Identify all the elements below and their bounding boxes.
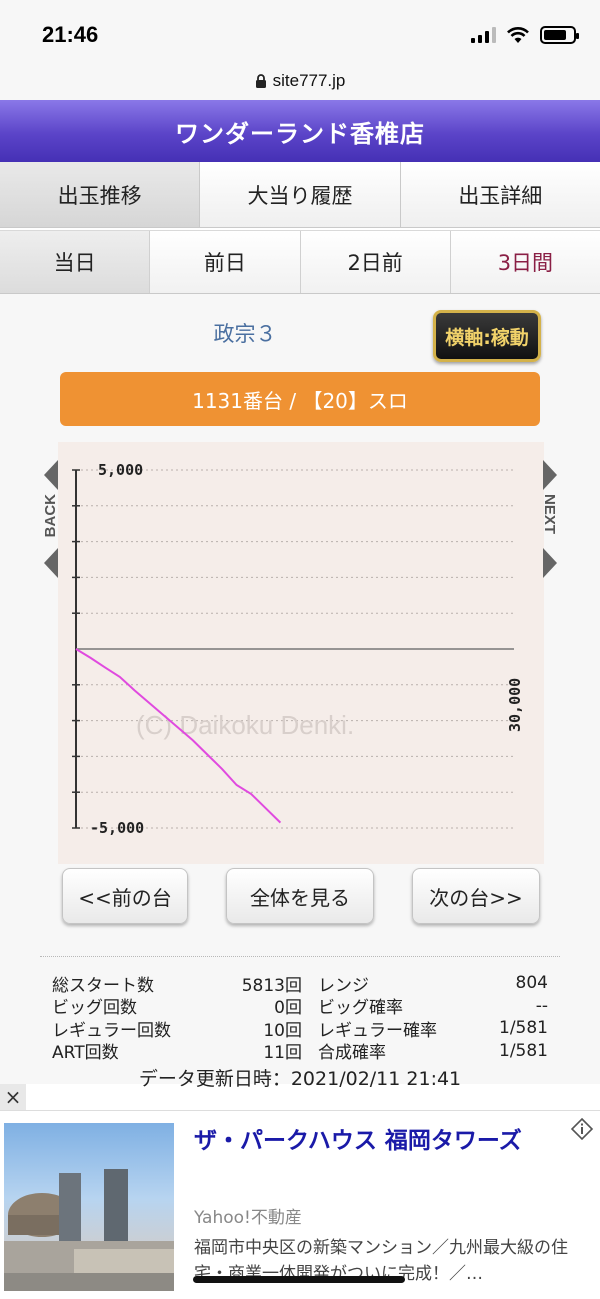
stat-row: 総スタート数 5813回 レンジ 804 xyxy=(52,972,552,996)
ad-image[interactable] xyxy=(4,1123,174,1291)
axis-toggle-button[interactable]: 横軸:稼動 xyxy=(433,310,541,362)
stat-value: 5813回 xyxy=(241,975,302,996)
stat-value: -- xyxy=(535,995,548,1016)
tab-jackpot-history[interactable]: 大当り履歴 xyxy=(200,162,401,227)
stat-label: レンジ xyxy=(318,975,369,996)
stat-label: 総スタート数 xyxy=(52,975,154,996)
back-up-arrow-icon[interactable] xyxy=(44,460,58,490)
tab-three-days[interactable]: 3日間 xyxy=(450,231,600,293)
stat-label: ART回数 xyxy=(52,1043,119,1064)
next-down-arrow-icon[interactable] xyxy=(543,548,557,578)
stat-label: ビッグ回数 xyxy=(52,998,137,1019)
tab-two-days-ago[interactable]: 2日前 xyxy=(300,231,451,293)
cellular-signal-icon xyxy=(471,27,496,43)
stat-label: レギュラー回数 xyxy=(52,1020,171,1041)
machine-name: 政宗３ xyxy=(213,322,277,346)
url-bar[interactable]: site777.jp xyxy=(0,62,600,100)
battery-icon xyxy=(540,26,579,44)
stat-label: 合成確率 xyxy=(318,1043,386,1064)
ad-banner[interactable]: ザ・パークハウス 福岡タワーズ Yahoo!不動産 福岡市中央区の新築マンション… xyxy=(0,1110,600,1299)
y-tick-label-top: 5,000 xyxy=(98,461,143,479)
stat-row: ART回数 11回 合成確率 1/581 xyxy=(52,1040,552,1064)
x-tick-label: 30,000 xyxy=(506,678,524,732)
back-down-arrow-icon[interactable] xyxy=(44,548,58,578)
wifi-icon xyxy=(507,27,529,43)
stats-table: 総スタート数 5813回 レンジ 804 ビッグ回数 0回 ビッグ確率 -- レ… xyxy=(52,972,552,1064)
view-all-button[interactable]: 全体を見る xyxy=(226,868,374,924)
store-header: ワンダーランド香椎店 xyxy=(0,100,600,162)
tab-payout-details[interactable]: 出玉詳細 xyxy=(400,162,600,227)
y-tick-label-bottom: -5,000 xyxy=(90,819,144,837)
stat-value: 11回 xyxy=(263,1043,302,1064)
home-indicator xyxy=(193,1276,405,1283)
next-label[interactable]: NEXT xyxy=(541,494,558,534)
stat-label: ビッグ確率 xyxy=(318,998,403,1019)
tab-payout-trend[interactable]: 出玉推移 xyxy=(0,162,201,227)
chart-area: 5,000 -5,000 30,000 (C) Daikoku Denki. xyxy=(58,442,544,864)
watermark: (C) Daikoku Denki. xyxy=(136,710,354,740)
tab-yesterday[interactable]: 前日 xyxy=(150,231,301,293)
ad-close-button[interactable]: × xyxy=(0,1084,26,1110)
stat-value: 0回 xyxy=(274,998,302,1019)
next-machine-button[interactable]: 次の台>> xyxy=(412,868,540,924)
ad-info-icon[interactable] xyxy=(570,1117,594,1141)
stat-row: レギュラー回数 10回 レギュラー確率 1/581 xyxy=(52,1017,552,1041)
prev-machine-button[interactable]: <<前の台 xyxy=(62,868,188,924)
ad-source: Yahoo!不動産 xyxy=(194,1208,302,1228)
payout-chart: 5,000 -5,000 30,000 (C) Daikoku Denki. xyxy=(72,461,524,837)
last-updated: データ更新日時：2021/02/11 21:41 xyxy=(138,1068,462,1090)
stat-value: 1/581 xyxy=(499,1040,548,1061)
stat-value: 10回 xyxy=(263,1020,302,1041)
status-bar: 21:46 xyxy=(0,0,600,62)
store-title: ワンダーランド香椎店 xyxy=(175,119,425,148)
unit-label-bar: 1131番台 / 【20】スロ xyxy=(60,372,540,426)
tab-today[interactable]: 当日 xyxy=(0,231,151,293)
stat-label: レギュラー確率 xyxy=(318,1020,437,1041)
primary-tabs: 出玉推移 大当り履歴 出玉詳細 xyxy=(0,162,600,228)
stat-value: 804 xyxy=(515,973,548,994)
status-icons xyxy=(471,26,579,44)
url-text: site777.jp xyxy=(272,71,346,90)
stat-value: 1/581 xyxy=(499,1018,548,1039)
status-time: 21:46 xyxy=(42,22,99,47)
ad-title[interactable]: ザ・パークハウス 福岡タワーズ xyxy=(194,1125,564,1158)
lock-icon xyxy=(255,74,266,88)
next-up-arrow-icon[interactable] xyxy=(543,460,557,490)
back-label[interactable]: BACK xyxy=(42,494,59,537)
day-tabs: 当日 前日 2日前 3日間 xyxy=(0,230,600,294)
stat-row: ビッグ回数 0回 ビッグ確率 -- xyxy=(52,995,552,1019)
divider xyxy=(40,956,560,957)
